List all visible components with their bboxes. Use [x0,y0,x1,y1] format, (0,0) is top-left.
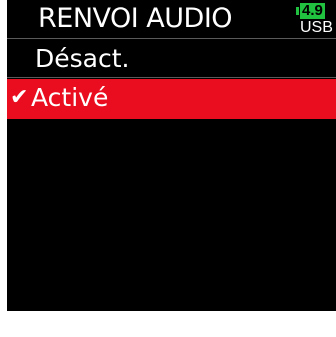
screen-header: RENVOI AUDIO 4.9 USB [7,0,336,39]
device-screen: RENVOI AUDIO 4.9 USB Désact. ✔ Activé [7,0,336,311]
power-source-label: USB [300,19,333,36]
battery-voltage: 4.9 [300,2,325,19]
checkmark-icon: ✔ [10,85,29,110]
menu-item-desact[interactable]: Désact. [7,40,336,78]
battery-indicator: 4.9 USB [296,3,336,36]
menu-item-label: Désact. [35,44,130,73]
page-title: RENVOI AUDIO [38,3,233,34]
menu-item-label: Activé [31,83,109,112]
battery-icon [296,7,299,15]
menu-item-active[interactable]: ✔ Activé [7,79,336,119]
